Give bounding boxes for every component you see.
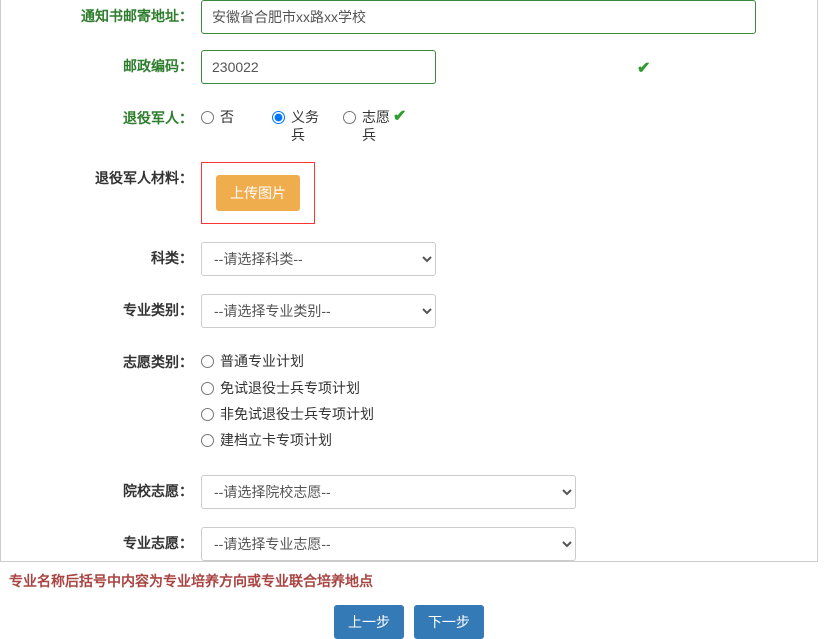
wrap-veteran: 否 义务兵 志愿兵 ✔ bbox=[201, 102, 817, 144]
radio-label-compulsory: 义务兵 bbox=[291, 108, 323, 144]
wrap-school-choice: --请选择院校志愿-- bbox=[201, 475, 817, 509]
application-option-3[interactable]: 非免试退役士兵专项计划 bbox=[201, 405, 374, 423]
label-application-category: 志愿类别： bbox=[1, 346, 201, 372]
row-subject: 科类： --请选择科类-- bbox=[1, 242, 817, 276]
wrap-major-category: --请选择专业类别-- bbox=[201, 294, 817, 328]
row-address: 通知书邮寄地址： ✔ bbox=[1, 0, 817, 34]
application-option-1[interactable]: 普通专业计划 bbox=[201, 352, 374, 370]
row-veteran-material: 退役军人材料： 上传图片 bbox=[1, 162, 817, 224]
form-container: 通知书邮寄地址： ✔ 邮政编码： ✔ 退役军人： 否 义务兵 bbox=[0, 0, 818, 562]
hint-text: 专业名称后括号中内容为专业培养方向或专业联合培养地点 bbox=[1, 571, 817, 591]
label-veteran: 退役军人： bbox=[1, 102, 201, 128]
wrap-address: ✔ bbox=[201, 0, 817, 34]
application-option-2[interactable]: 免试退役士兵专项计划 bbox=[201, 379, 374, 397]
row-major-choice: 专业志愿： --请选择专业志愿-- bbox=[1, 527, 817, 561]
radio-app4[interactable] bbox=[201, 434, 214, 447]
major-choice-select[interactable]: --请选择专业志愿-- bbox=[201, 527, 576, 561]
veteran-option-no[interactable]: 否 bbox=[201, 108, 252, 126]
row-veteran: 退役军人： 否 义务兵 志愿兵 ✔ bbox=[1, 102, 817, 144]
check-icon: ✔ bbox=[393, 106, 406, 126]
veteran-radio-group: 否 义务兵 志愿兵 bbox=[201, 102, 414, 144]
label-postcode: 邮政编码： bbox=[1, 50, 201, 76]
upload-button[interactable]: 上传图片 bbox=[216, 175, 300, 211]
label-veteran-material: 退役军人材料： bbox=[1, 162, 201, 188]
wrap-application-category: 普通专业计划 免试退役士兵专项计划 非免试退役士兵专项计划 建档立卡专项计划 bbox=[201, 346, 817, 457]
radio-no[interactable] bbox=[201, 111, 214, 124]
wrap-major-choice: --请选择专业志愿-- bbox=[201, 527, 817, 561]
address-input[interactable] bbox=[201, 0, 756, 34]
wrap-postcode: ✔ bbox=[201, 50, 817, 84]
radio-label-app2: 免试退役士兵专项计划 bbox=[220, 379, 360, 397]
postcode-input[interactable] bbox=[201, 50, 436, 84]
subject-select[interactable]: --请选择科类-- bbox=[201, 242, 436, 276]
application-radio-group: 普通专业计划 免试退役士兵专项计划 非免试退役士兵专项计划 建档立卡专项计划 bbox=[201, 346, 394, 457]
row-application-category: 志愿类别： 普通专业计划 免试退役士兵专项计划 非免试退役士兵专项计划 建档立卡… bbox=[1, 346, 817, 457]
radio-app1[interactable] bbox=[201, 355, 214, 368]
radio-compulsory[interactable] bbox=[272, 111, 285, 124]
radio-app2[interactable] bbox=[201, 382, 214, 395]
row-postcode: 邮政编码： ✔ bbox=[1, 50, 817, 84]
application-option-4[interactable]: 建档立卡专项计划 bbox=[201, 431, 374, 449]
radio-label-volunteer: 志愿兵 bbox=[362, 108, 394, 144]
upload-section: 上传图片 bbox=[201, 162, 315, 224]
school-choice-select[interactable]: --请选择院校志愿-- bbox=[201, 475, 576, 509]
check-icon: ✔ bbox=[637, 58, 650, 78]
wrap-veteran-material: 上传图片 bbox=[201, 162, 817, 224]
label-school-choice: 院校志愿： bbox=[1, 475, 201, 501]
radio-label-app1: 普通专业计划 bbox=[220, 352, 304, 370]
veteran-option-compulsory[interactable]: 义务兵 bbox=[272, 108, 323, 144]
radio-label-app3: 非免试退役士兵专项计划 bbox=[220, 405, 374, 423]
label-major-category: 专业类别： bbox=[1, 294, 201, 320]
button-row: 上一步 下一步 bbox=[1, 605, 817, 639]
radio-volunteer[interactable] bbox=[343, 111, 356, 124]
label-address: 通知书邮寄地址： bbox=[1, 0, 201, 26]
next-button[interactable]: 下一步 bbox=[414, 605, 484, 639]
veteran-option-volunteer[interactable]: 志愿兵 bbox=[343, 108, 394, 144]
label-major-choice: 专业志愿： bbox=[1, 527, 201, 553]
label-subject: 科类： bbox=[1, 242, 201, 268]
radio-label-app4: 建档立卡专项计划 bbox=[220, 431, 332, 449]
radio-app3[interactable] bbox=[201, 408, 214, 421]
prev-button[interactable]: 上一步 bbox=[334, 605, 404, 639]
major-category-select[interactable]: --请选择专业类别-- bbox=[201, 294, 436, 328]
row-major-category: 专业类别： --请选择专业类别-- bbox=[1, 294, 817, 328]
radio-label-no: 否 bbox=[220, 108, 252, 126]
wrap-subject: --请选择科类-- bbox=[201, 242, 817, 276]
row-school-choice: 院校志愿： --请选择院校志愿-- bbox=[1, 475, 817, 509]
